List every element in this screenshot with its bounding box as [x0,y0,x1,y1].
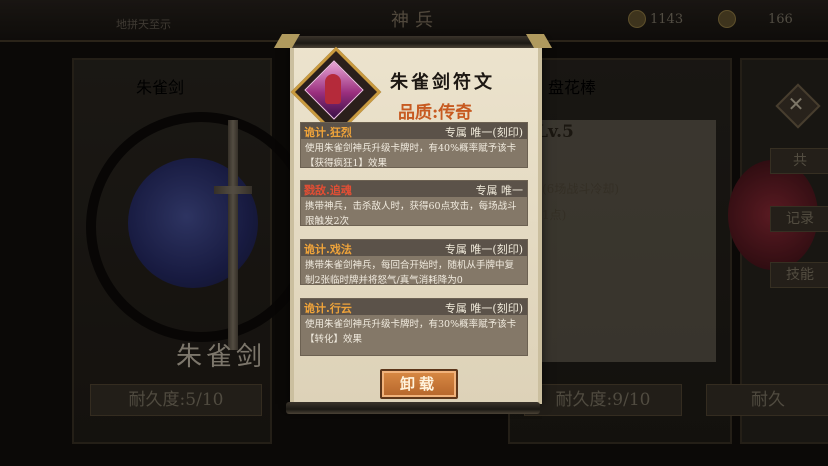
rune-description: 携带神兵，击杀敌人时，获得60点攻击，每场战斗限触发2次 [305,201,517,227]
rune-tag: 专属 唯一(刻印) [444,243,523,256]
modal-title: 朱雀剑符文 [390,72,495,93]
rune-entry: 诡计.狂烈 专属 唯一(刻印) 使用朱雀剑神兵升级卡牌时，有40%概率赋予该卡【… [300,122,528,169]
rune-tag: 专属 唯一(刻印) [444,302,523,315]
rune-description: 使用朱雀剑神兵升级卡牌时，有30%概率赋予该卡【转化】效果 [305,319,517,345]
rune-tag: 专属 唯一(刻印) [444,126,523,139]
rune-figure-icon [325,74,341,104]
rune-description: 携带朱雀剑神兵，每回合开始时，随机从手牌中复制2张临时牌并将怒气/真气消耗降为0 [305,260,515,286]
rune-name: 诡计.狂烈 [304,126,352,139]
rune-name: 诡计.行云 [304,302,352,315]
scroll-rod-bottom [286,402,540,414]
rune-entry: 戮敌.追魂 专属 唯一 携带神兵，击杀敌人时，获得60点攻击，每场战斗限触发2次 [300,180,528,227]
rune-name: 诡计.戏法 [304,243,352,256]
rune-description: 使用朱雀剑神兵升级卡牌时，有40%概率赋予该卡【获得疯狂1】效果 [305,143,517,169]
scroll-rod-top [282,36,544,48]
rune-entry: 诡计.行云 专属 唯一(刻印) 使用朱雀剑神兵升级卡牌时，有30%概率赋予该卡【… [300,298,528,356]
unload-button[interactable]: 卸载 [380,369,458,399]
rune-tag: 专属 唯一 [475,184,524,197]
rune-quality: 品质:传奇 [398,103,473,123]
rune-entry: 诡计.戏法 专属 唯一(刻印) 携带朱雀剑神兵，每回合开始时，随机从手牌中复制2… [300,239,528,286]
rune-name: 戮敌.追魂 [304,184,352,197]
